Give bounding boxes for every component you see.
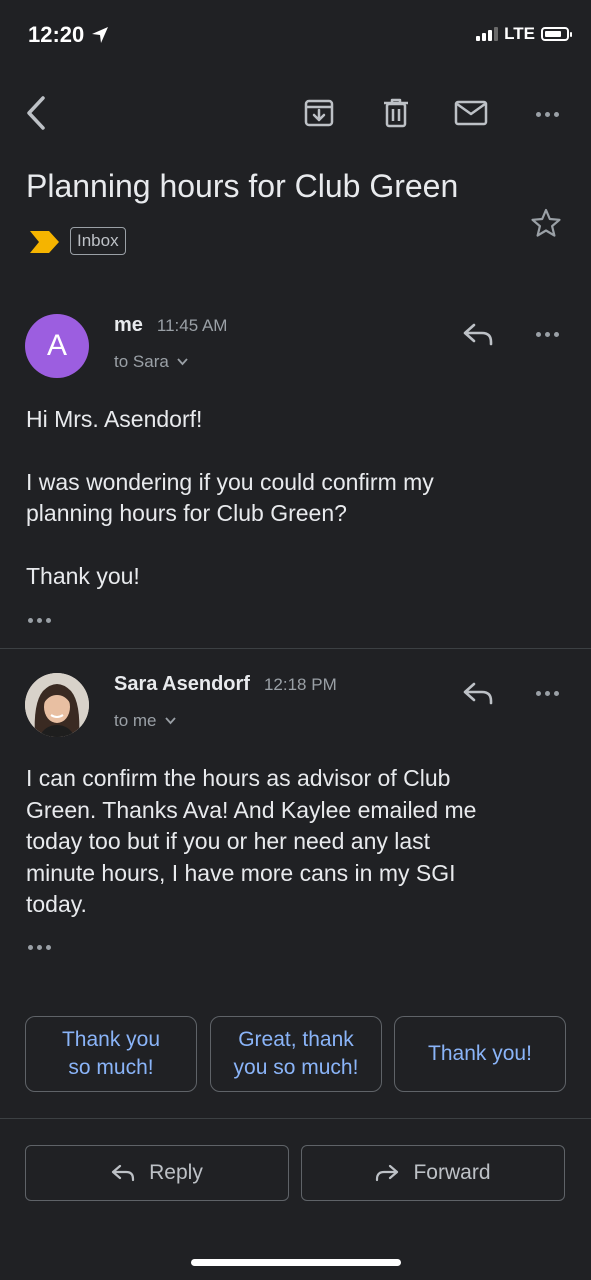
message-body: I can confirm the hours as advisor of Cl… bbox=[26, 763, 581, 921]
smart-reply-line: Thank you bbox=[61, 1028, 161, 1051]
status-time: 12:20 bbox=[28, 22, 110, 48]
message-divider bbox=[0, 648, 591, 649]
smart-reply-1[interactable]: Thank you so much! bbox=[25, 1016, 197, 1092]
battery-icon bbox=[541, 27, 572, 41]
body-line: I can confirm the hours as advisor of Cl… bbox=[26, 765, 451, 791]
body-line: minute hours, I have more cans in my SGI bbox=[26, 859, 456, 886]
reply-message-button[interactable] bbox=[460, 679, 496, 707]
email-subject: Planning hours for Club Green bbox=[26, 168, 459, 204]
location-arrow-icon bbox=[92, 27, 109, 43]
inbox-label[interactable]: Inbox bbox=[70, 227, 126, 255]
sender-avatar[interactable]: A bbox=[25, 314, 89, 378]
reply-icon bbox=[463, 682, 493, 705]
sender-name: me bbox=[114, 314, 143, 336]
show-trimmed-content-button[interactable] bbox=[28, 618, 51, 623]
recipient-details-toggle[interactable]: to me bbox=[114, 711, 176, 731]
reply-button[interactable]: Reply bbox=[25, 1145, 289, 1201]
trash-icon bbox=[384, 98, 408, 128]
more-horizontal-icon bbox=[535, 111, 559, 117]
message-time: 12:18 PM bbox=[263, 675, 337, 694]
more-horizontal-icon bbox=[535, 690, 559, 696]
chevron-down-icon bbox=[177, 358, 188, 366]
forward-label: Forward bbox=[413, 1161, 491, 1184]
recipient-text: to me bbox=[114, 711, 157, 730]
mark-unread-button[interactable] bbox=[453, 98, 489, 128]
importance-marker-icon[interactable] bbox=[30, 231, 60, 253]
body-line: Thank you! bbox=[26, 562, 140, 589]
message-1-header: me 11:45 AM bbox=[114, 314, 227, 337]
archive-icon bbox=[304, 99, 334, 127]
message-body: Hi Mrs. Asendorf! I was wondering if you… bbox=[26, 404, 571, 592]
smart-reply-3[interactable]: Thank you! bbox=[394, 1016, 566, 1092]
smart-reply-line: so much! bbox=[68, 1056, 154, 1079]
message-2-header: Sara Asendorf 12:18 PM bbox=[114, 673, 337, 696]
message-time: 11:45 AM bbox=[156, 316, 228, 335]
body-line: Hi Mrs. Asendorf! bbox=[26, 406, 203, 432]
chevron-left-icon bbox=[27, 96, 45, 130]
body-line: I was wondering if you could confirm my bbox=[26, 468, 434, 495]
smart-reply-2[interactable]: Great, thank you so much! bbox=[210, 1016, 382, 1092]
body-line: today. bbox=[26, 891, 87, 917]
smart-reply-line: Thank you! bbox=[428, 1042, 532, 1065]
actions-divider bbox=[0, 1118, 591, 1119]
recipient-details-toggle[interactable]: to Sara bbox=[114, 352, 188, 372]
cellular-signal-icon bbox=[476, 27, 499, 41]
show-trimmed-content-button[interactable] bbox=[28, 945, 51, 950]
message-more-button[interactable] bbox=[530, 683, 564, 703]
more-horizontal-icon bbox=[535, 331, 559, 337]
sender-name: Sara Asendorf bbox=[114, 673, 250, 695]
archive-button[interactable] bbox=[302, 95, 336, 131]
reply-icon bbox=[112, 1164, 135, 1182]
home-indicator[interactable] bbox=[191, 1259, 401, 1266]
reply-icon bbox=[463, 323, 493, 346]
person-photo-icon bbox=[25, 673, 89, 737]
body-line: Green. Thanks Ava! And Kaylee emailed me bbox=[26, 796, 477, 823]
mail-icon bbox=[454, 100, 488, 126]
body-line: today too but if you or her need any las… bbox=[26, 828, 431, 854]
status-time-text: 12:20 bbox=[28, 22, 85, 47]
back-button[interactable] bbox=[18, 94, 54, 132]
reply-message-button[interactable] bbox=[460, 320, 496, 348]
network-type: LTE bbox=[504, 24, 535, 43]
star-icon bbox=[531, 208, 561, 237]
status-indicators: LTE bbox=[476, 24, 572, 44]
delete-button[interactable] bbox=[380, 95, 412, 131]
forward-button[interactable]: Forward bbox=[301, 1145, 565, 1201]
reply-label: Reply bbox=[149, 1161, 203, 1184]
recipient-text: to Sara bbox=[114, 352, 169, 371]
body-line: planning hours for Club Green? bbox=[26, 500, 347, 526]
sender-photo-avatar[interactable] bbox=[25, 673, 89, 737]
smart-reply-line: Great, thank bbox=[238, 1028, 354, 1051]
smart-reply-line: you so much! bbox=[233, 1056, 359, 1079]
forward-icon bbox=[376, 1164, 399, 1182]
chevron-down-icon bbox=[164, 717, 176, 725]
message-more-button[interactable] bbox=[530, 324, 564, 344]
more-options-button[interactable] bbox=[530, 104, 564, 124]
star-button[interactable] bbox=[529, 206, 563, 240]
